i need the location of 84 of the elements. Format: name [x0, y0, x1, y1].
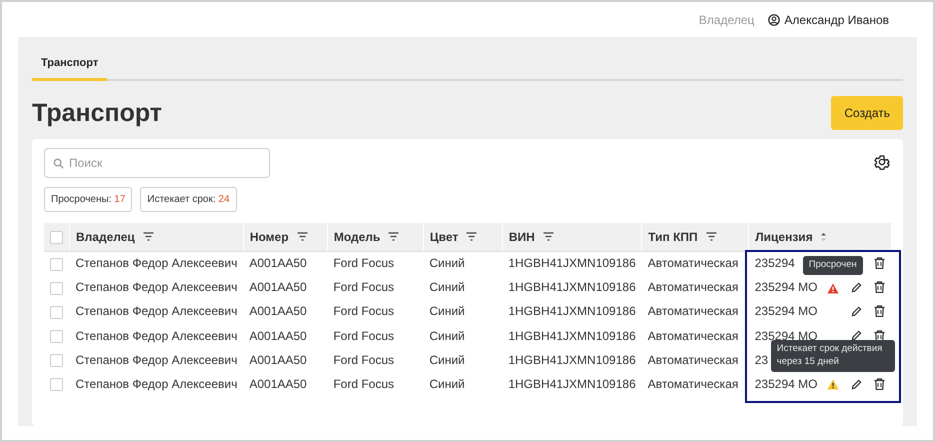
checkbox[interactable]: [50, 378, 63, 392]
table-cell: Ford Focus: [333, 352, 394, 367]
table-cell: Автоматическая: [648, 304, 738, 318]
table-cell: Автоматическая: [648, 352, 738, 367]
table-cell: 23: [754, 352, 768, 367]
user-role: Владелец: [698, 12, 754, 28]
edit-icon[interactable]: [851, 330, 862, 342]
delete-icon[interactable]: [874, 257, 885, 270]
delete-icon[interactable]: [874, 378, 885, 390]
checkbox[interactable]: [50, 354, 63, 368]
table-cell: 235294 МО: [754, 328, 818, 343]
filter-icon[interactable]: [296, 232, 308, 241]
table-cell: Синий: [429, 377, 465, 392]
table-cell: 235294 МО: [754, 280, 818, 294]
filter-chip[interactable]: Просрочены: 17: [44, 186, 132, 212]
tooltip: Просрочен: [802, 256, 863, 276]
tooltip: Истекает срок действия через 15 дней: [770, 340, 895, 372]
table-cell: A001AA50: [249, 256, 307, 270]
filter-icon[interactable]: [706, 232, 717, 241]
delete-icon[interactable]: [874, 305, 885, 318]
table-cell: Автоматическая: [648, 280, 738, 294]
table-cell: Синий: [429, 352, 465, 367]
column-header: Цвет: [430, 228, 458, 246]
filter-icon[interactable]: [142, 232, 154, 241]
delete-icon[interactable]: [874, 281, 885, 294]
table-cell: Степанов Федор Алексеевич: [76, 352, 238, 367]
column-header: Модель: [334, 228, 380, 246]
table-cell: Синий: [429, 256, 465, 270]
search-field[interactable]: Поиск: [44, 148, 270, 178]
table-cell: 1HGBH41JXMN109186: [508, 304, 636, 318]
table-cell: 235294 МО: [754, 377, 818, 392]
edit-icon[interactable]: [851, 282, 862, 293]
user-icon: [768, 14, 780, 26]
table-cell: Степанов Федор Алексеевич: [76, 377, 238, 392]
table-cell: A001AA50: [249, 352, 307, 367]
table-cell: Ford Focus: [333, 377, 394, 392]
table-cell: 1HGBH41JXMN109186: [508, 280, 636, 294]
create-button[interactable]: Создать: [831, 96, 903, 130]
sort-icon[interactable]: [820, 232, 826, 240]
table-cell: 235294: [754, 256, 795, 270]
table-cell: Синий: [429, 280, 465, 294]
table-cell: Ford Focus: [333, 304, 394, 318]
filter-icon[interactable]: [466, 232, 478, 241]
delete-icon[interactable]: [874, 330, 885, 342]
table-cell: Степанов Федор Алексеевич: [76, 256, 238, 270]
checkbox[interactable]: [50, 282, 63, 295]
edit-icon[interactable]: [851, 306, 862, 317]
table-cell: A001AA50: [249, 304, 307, 318]
table-cell: Синий: [429, 304, 465, 318]
table-cell: 1HGBH41JXMN109186: [508, 377, 636, 392]
filter-chip[interactable]: Истекает срок: 24: [140, 186, 237, 212]
column-header: Владелец: [76, 228, 135, 246]
page-title: Транспорт: [32, 98, 162, 128]
checkbox[interactable]: [50, 230, 63, 244]
filter-icon[interactable]: [388, 232, 400, 241]
table-cell: Автоматическая: [648, 377, 738, 392]
column-header: ВИН: [508, 228, 535, 246]
edit-icon[interactable]: [851, 378, 862, 390]
column-header: Номер: [250, 228, 289, 246]
checkbox[interactable]: [50, 258, 63, 271]
filter-icon[interactable]: [542, 232, 554, 241]
table-cell: Автоматическая: [648, 256, 738, 270]
table-cell: Ford Focus: [333, 256, 394, 270]
user-name[interactable]: Александр Иванов: [784, 10, 889, 28]
table-cell: Ford Focus: [333, 328, 394, 343]
checkbox[interactable]: [50, 330, 63, 343]
table-cell: Степанов Федор Алексеевич: [76, 328, 238, 343]
table-cell: A001AA50: [249, 377, 307, 392]
table-cell: A001AA50: [249, 328, 307, 343]
table-cell: A001AA50: [249, 280, 307, 294]
table-cell: 1HGBH41JXMN109186: [508, 256, 636, 270]
table-cell: 1HGBH41JXMN109186: [508, 328, 636, 343]
table-cell: Синий: [429, 328, 465, 343]
table-cell: 1HGBH41JXMN109186: [508, 352, 636, 367]
table-cell: Степанов Федор Алексеевич: [76, 280, 238, 294]
table-cell: 235294 МО: [754, 304, 818, 318]
checkbox[interactable]: [50, 306, 63, 319]
settings-icon[interactable]: [873, 152, 891, 170]
table-cell: Степанов Федор Алексеевич: [76, 304, 238, 318]
table-cell: Автоматическая: [648, 328, 738, 343]
column-header: Лицензия: [755, 228, 813, 246]
column-header: Тип КПП: [648, 228, 698, 246]
tab[interactable]: Транспорт: [32, 47, 108, 80]
table-cell: Ford Focus: [333, 280, 394, 294]
